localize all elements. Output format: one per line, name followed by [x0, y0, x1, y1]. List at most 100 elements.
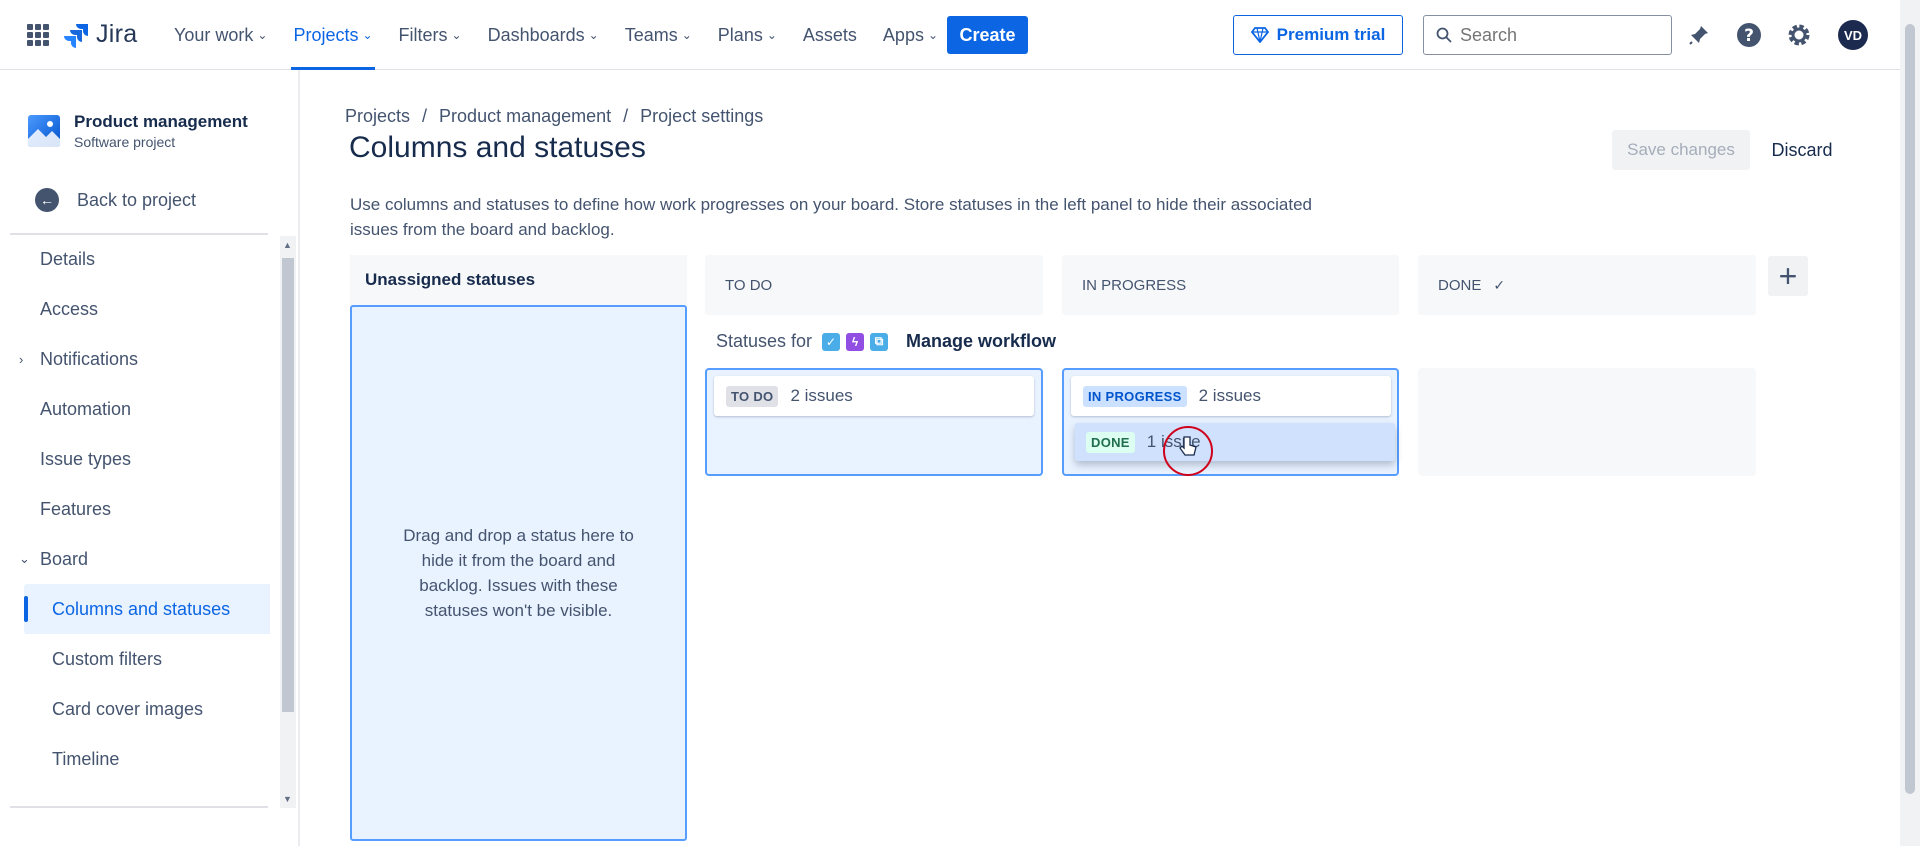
unassigned-statuses-header: Unassigned statuses — [350, 255, 687, 305]
nav-apps[interactable]: Apps ⌄ — [883, 0, 938, 70]
plus-icon: + — [1778, 257, 1798, 294]
arrow-left-icon: ← — [35, 188, 59, 212]
chevron-down-icon: ⌄ — [766, 28, 777, 42]
breadcrumb-product-management[interactable]: Product management — [439, 106, 611, 127]
scroll-up-arrow-icon[interactable]: ▲ — [283, 240, 292, 250]
notifications-bell-icon[interactable] — [1683, 19, 1715, 51]
sidebar-item-card-cover-images[interactable]: Card cover images — [0, 684, 270, 734]
column-header-todo[interactable]: TO DO — [705, 255, 1043, 315]
sidebar-item-label: Issue types — [40, 448, 132, 469]
create-button[interactable]: Create — [947, 16, 1028, 54]
nav-label: Apps — [882, 24, 924, 45]
user-avatar[interactable]: VD — [1838, 20, 1868, 50]
sidebar-scrollbar-thumb[interactable] — [282, 258, 294, 712]
sidebar-item-details[interactable]: Details — [0, 234, 270, 284]
sidebar-item-features[interactable]: Features — [0, 484, 270, 534]
project-header[interactable]: Product management Software project — [28, 112, 248, 150]
jira-logo[interactable]: Jira — [64, 20, 137, 49]
chevron-down-icon: ⌄ — [362, 28, 373, 42]
chevron-down-icon: ⌄ — [927, 28, 939, 42]
chevron-down-icon: ⌄ — [681, 28, 692, 42]
chevron-down-icon: ⌄ — [257, 28, 268, 42]
save-changes-button[interactable]: Save changes — [1612, 130, 1750, 170]
sidebar-item-issue-types[interactable]: Issue types — [0, 434, 270, 484]
project-settings-sidebar: Product management Software project ← Ba… — [0, 70, 300, 846]
breadcrumb-separator: / — [623, 106, 629, 126]
column-name: IN PROGRESS — [1082, 276, 1187, 294]
sidebar-item-label: Access — [40, 298, 99, 319]
sidebar-item-custom-filters[interactable]: Custom filters — [0, 634, 270, 684]
help-icon[interactable]: ? — [1733, 19, 1765, 51]
discard-button[interactable]: Discard — [1762, 130, 1842, 170]
status-card-in-progress[interactable]: IN PROGRESS 2 issues — [1071, 376, 1391, 416]
status-card-todo[interactable]: TO DO 2 issues — [714, 376, 1034, 416]
chevron-right-icon: › — [19, 351, 24, 367]
done-status-dropzone[interactable] — [1418, 368, 1756, 476]
sidebar-item-label: Features — [40, 498, 112, 519]
primary-nav: Your work ⌄ Projects ⌄ Filters ⌄ Dashboards… — [174, 0, 964, 70]
status-lozenge: TO DO — [726, 385, 779, 407]
column-header-in-progress[interactable]: IN PROGRESS — [1062, 255, 1399, 315]
diamond-icon — [1250, 27, 1269, 43]
add-column-button[interactable]: + — [1768, 256, 1808, 296]
hand-cursor-icon — [1179, 436, 1197, 456]
breadcrumb-projects[interactable]: Projects — [345, 106, 410, 127]
dragging-status-card-done[interactable]: DONE 1 issue — [1075, 423, 1395, 461]
sidebar-item-label: Columns and statuses — [52, 598, 231, 619]
sidebar-item-notifications[interactable]: › Notifications — [0, 334, 270, 384]
chevron-down-icon: ⌄ — [451, 28, 462, 42]
chevron-down-icon: ⌄ — [19, 551, 30, 566]
nav-projects[interactable]: Projects ⌄ — [291, 0, 375, 70]
sidebar-item-columns-and-statuses[interactable]: Columns and statuses — [24, 584, 270, 634]
page-description: Use columns and statuses to define how w… — [350, 195, 1312, 239]
column-name: TO DO — [725, 276, 773, 294]
breadcrumb: Projects / Product management / Project … — [345, 106, 763, 127]
search-icon — [1436, 27, 1452, 43]
settings-menu: Details Access › Notifications Automation… — [0, 234, 270, 784]
nav-label: Projects — [293, 24, 359, 45]
breadcrumb-project-settings[interactable]: Project settings — [640, 106, 763, 127]
sidebar-scrollbar[interactable]: ▲ ▼ — [280, 236, 296, 808]
nav-assets[interactable]: Assets — [803, 0, 857, 70]
project-avatar — [28, 115, 60, 147]
unassigned-statuses-dropzone[interactable]: Drag and drop a status here to hide it f… — [350, 305, 687, 841]
sidebar-item-label: Timeline — [52, 748, 120, 769]
back-to-project-label: Back to project — [77, 189, 197, 210]
nav-your-work[interactable]: Your work ⌄ — [174, 0, 267, 70]
nav-filters[interactable]: Filters ⌄ — [399, 0, 462, 70]
sidebar-item-label: Board — [40, 548, 89, 569]
sidebar-item-label: Details — [40, 248, 96, 269]
nav-label: Assets — [802, 24, 857, 45]
nav-label: Dashboards — [487, 24, 585, 45]
settings-gear-icon[interactable] — [1783, 19, 1815, 51]
column-header-done[interactable]: DONE ✓ — [1418, 255, 1756, 315]
unassigned-hint: Drag and drop a status here to hide it f… — [403, 526, 634, 620]
status-lozenge: IN PROGRESS — [1083, 385, 1187, 407]
manage-workflow-link[interactable]: Manage workflow — [906, 331, 1056, 352]
jira-logo-text: Jira — [96, 20, 138, 48]
nav-teams[interactable]: Teams ⌄ — [625, 0, 692, 70]
svg-text:?: ? — [1744, 26, 1754, 46]
cursor-highlight — [1163, 426, 1213, 476]
sidebar-item-automation[interactable]: Automation — [0, 384, 270, 434]
epic-type-icon: ϟ — [846, 332, 865, 351]
sidebar-item-label: Custom filters — [52, 648, 163, 669]
issue-count: 2 issues — [1198, 386, 1261, 405]
search-box[interactable] — [1423, 15, 1672, 55]
page-scrollbar[interactable] — [1900, 0, 1920, 846]
sidebar-item-board[interactable]: ⌄ Board — [0, 534, 270, 584]
nav-dashboards[interactable]: Dashboards ⌄ — [488, 0, 599, 70]
nav-label: Your work — [174, 24, 254, 45]
nav-label: Filters — [398, 24, 448, 45]
premium-trial-button[interactable]: Premium trial — [1233, 15, 1403, 55]
sidebar-item-timeline[interactable]: Timeline — [0, 734, 270, 784]
statuses-for-label: Statuses for — [716, 331, 813, 351]
top-navigation: Jira Your work ⌄ Projects ⌄ Filters ⌄ Dashb… — [0, 0, 1900, 70]
sidebar-item-access[interactable]: Access — [0, 284, 270, 334]
search-input[interactable] — [1460, 24, 1660, 46]
scroll-down-arrow-icon[interactable]: ▼ — [283, 794, 292, 804]
back-to-project-link[interactable]: ← Back to project — [35, 188, 196, 212]
page-scrollbar-thumb[interactable] — [1905, 24, 1915, 794]
nav-plans[interactable]: Plans ⌄ — [718, 0, 777, 70]
app-switcher-icon[interactable] — [27, 24, 49, 46]
